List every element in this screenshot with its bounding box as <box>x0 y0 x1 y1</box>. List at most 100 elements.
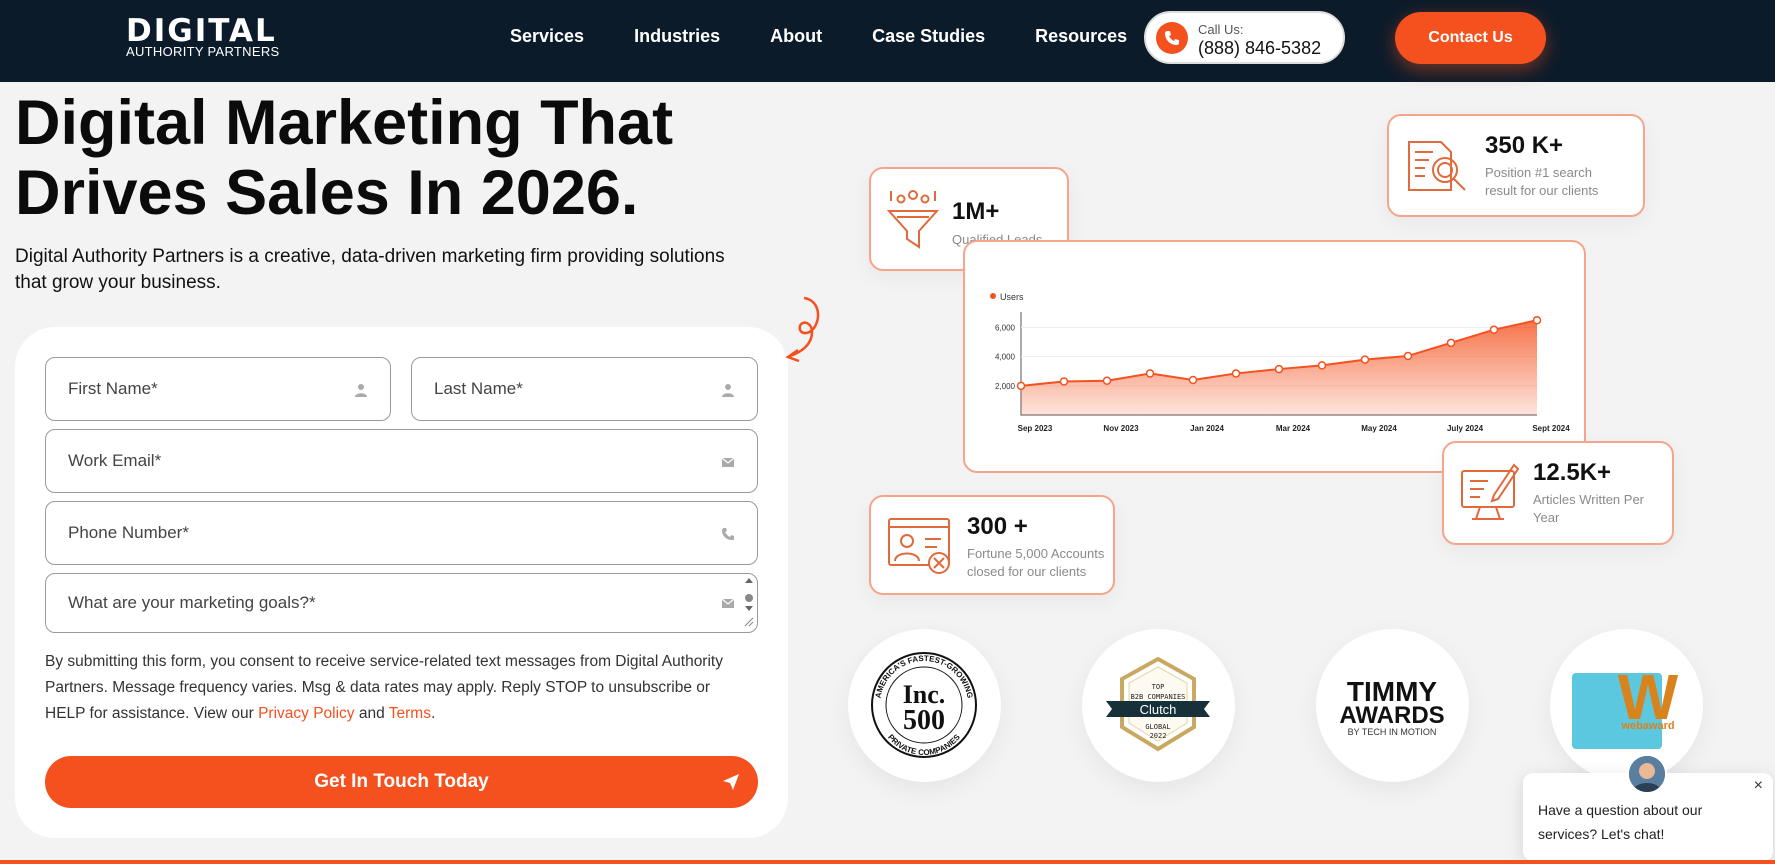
logo-sub-text: AUTHORITY PARTNERS <box>126 44 280 59</box>
award-inc-500: AMERICA'S FASTEST-GROWING PRIVATE COMPAN… <box>848 629 1001 782</box>
data-point <box>1188 375 1198 385</box>
data-point <box>1403 351 1413 361</box>
x-tick-label: Nov 2023 <box>1103 424 1139 433</box>
main-nav: Services Industries About Case Studies R… <box>510 26 1177 47</box>
y-tick-label: 4,000 <box>995 353 1016 362</box>
data-point <box>1532 315 1542 325</box>
clutch-name: Clutch <box>1140 702 1177 717</box>
call-number: (888) 846-5382 <box>1198 38 1322 58</box>
x-tick-label: Jan 2024 <box>1190 424 1224 433</box>
last-name-field[interactable]: Last Name* <box>411 357 758 421</box>
user-icon <box>722 384 734 397</box>
chat-agent-avatar <box>1627 754 1667 794</box>
logo[interactable]: DIGITAL AUTHORITY PARTNERS <box>126 13 280 59</box>
user-icon <box>355 384 367 397</box>
title-line-2: Drives Sales In 2026. <box>15 158 639 228</box>
articles-label-2: Year <box>1533 510 1560 525</box>
bottom-accent-bar <box>0 860 1775 864</box>
nav-resources[interactable]: Resources <box>1035 26 1127 47</box>
data-point <box>1145 369 1155 378</box>
search-label-1: Position #1 search <box>1485 165 1592 180</box>
webaward-name: webaward <box>1620 720 1674 732</box>
squiggle-arrow-icon <box>785 296 820 363</box>
data-point <box>1231 369 1241 378</box>
timmy-word-2: AWARDS <box>1339 702 1444 729</box>
call-us-button[interactable]: Call Us: (888) 846-5382 <box>1144 11 1345 64</box>
phone-number-field[interactable]: Phone Number* <box>45 501 758 565</box>
stat-card-articles: 12.5K+ Articles Written Per Year <box>1442 441 1674 545</box>
data-point <box>1274 364 1284 374</box>
get-in-touch-button[interactable]: Get In Touch Today <box>45 756 758 808</box>
marketing-goals-textarea[interactable]: What are your marketing goals?* <box>45 573 758 633</box>
call-label: Call Us: <box>1198 22 1244 37</box>
webaward-badge: W webaward <box>1572 661 1679 749</box>
first-name-field[interactable]: First Name* <box>45 357 391 421</box>
leads-value: 1M+ <box>952 198 1000 225</box>
logo-main-text: DIGITAL <box>126 13 277 49</box>
person-avatar-icon <box>1629 756 1665 792</box>
last-name-placeholder: Last Name* <box>434 379 523 398</box>
data-point <box>1317 361 1327 370</box>
envelope-icon <box>721 457 735 467</box>
stat-card-search: 350 K+ Position #1 search result for our… <box>1387 114 1645 217</box>
send-icon <box>723 774 739 790</box>
articles-label-1: Articles Written Per <box>1533 492 1645 507</box>
x-tick-label: Mar 2024 <box>1276 424 1311 433</box>
data-point <box>1360 355 1370 364</box>
consent-and: and <box>354 705 389 722</box>
phone-icon <box>722 528 734 540</box>
data-point <box>1059 377 1069 386</box>
users-chart-card: Users 2,000 4,000 6,000 Sep 2023 Nov 2023 Ja… <box>963 240 1586 473</box>
get-in-touch-label: Get In Touch Today <box>314 771 489 792</box>
award-clutch: TOP B2B COMPANIES Clutch GLOBAL 2022 <box>1082 629 1235 782</box>
nav-case-studies[interactable]: Case Studies <box>872 26 985 47</box>
profile-rejected-icon <box>888 518 950 574</box>
search-value: 350 K+ <box>1485 132 1564 159</box>
consent-text: By submitting this form, you consent to … <box>45 649 745 727</box>
chat-close-button[interactable]: × <box>1754 777 1763 795</box>
chat-prompt: Have a question about our services? Let'… <box>1538 802 1703 842</box>
accounts-label-2: closed for our clients <box>967 564 1087 579</box>
data-point <box>1489 325 1499 334</box>
phone-icon <box>1156 22 1188 54</box>
computer-pen-icon <box>1461 463 1520 520</box>
x-tick-label: Sept 2024 <box>1532 424 1570 433</box>
inc-500-badge: AMERICA'S FASTEST-GROWING PRIVATE COMPAN… <box>871 652 977 758</box>
data-point <box>1102 376 1112 385</box>
work-email-placeholder: Work Email* <box>68 451 162 470</box>
y-tick-label: 2,000 <box>995 382 1016 391</box>
nav-about[interactable]: About <box>770 26 822 47</box>
y-tick-label: 6,000 <box>995 324 1016 333</box>
document-search-icon <box>1408 141 1466 191</box>
clutch-year: 2022 <box>1150 732 1167 740</box>
title-line-1: Digital Marketing That <box>15 88 674 158</box>
page-title: Digital Marketing That Drives Sales In 2… <box>15 88 735 228</box>
nav-industries[interactable]: Industries <box>634 26 720 47</box>
award-webaward: W webaward <box>1550 629 1703 782</box>
terms-link[interactable]: Terms <box>389 705 431 722</box>
privacy-policy-link[interactable]: Privacy Policy <box>258 705 354 722</box>
nav-services[interactable]: Services <box>510 26 584 47</box>
legend-users: Users <box>1000 292 1024 302</box>
contact-us-button[interactable]: Contact Us <box>1395 12 1546 64</box>
funnel-icon <box>886 190 940 249</box>
search-label-2: result for our clients <box>1485 183 1599 198</box>
x-tick-label: May 2024 <box>1361 424 1397 433</box>
work-email-field[interactable]: Work Email* <box>45 429 758 493</box>
inc-number-text: 500 <box>903 705 945 736</box>
site-header: DIGITAL AUTHORITY PARTNERS Services Indu… <box>0 0 1775 82</box>
marketing-goals-placeholder: What are your marketing goals?* <box>68 593 316 612</box>
legend-marker <box>990 293 996 299</box>
clutch-badge: TOP B2B COMPANIES Clutch GLOBAL 2022 <box>1106 656 1210 752</box>
data-point <box>1446 338 1456 348</box>
timmy-awards-badge: TIMMY AWARDS BY TECH IN MOTION <box>1339 676 1444 737</box>
accounts-label-1: Fortune 5,000 Accounts <box>967 546 1105 561</box>
users-chart: Users 2,000 4,000 6,000 Sep 2023 Nov 2023 Ja… <box>990 292 1570 433</box>
textarea-scrollbar[interactable] <box>743 576 755 628</box>
clutch-b2b: B2B COMPANIES <box>1131 693 1186 701</box>
data-point <box>1016 381 1026 391</box>
stat-card-accounts: 300 + Fortune 5,000 Accounts closed for … <box>869 495 1115 595</box>
award-timmy: TIMMY AWARDS BY TECH IN MOTION <box>1316 629 1469 782</box>
x-tick-label: July 2024 <box>1447 424 1484 433</box>
accounts-value: 300 + <box>967 513 1028 540</box>
